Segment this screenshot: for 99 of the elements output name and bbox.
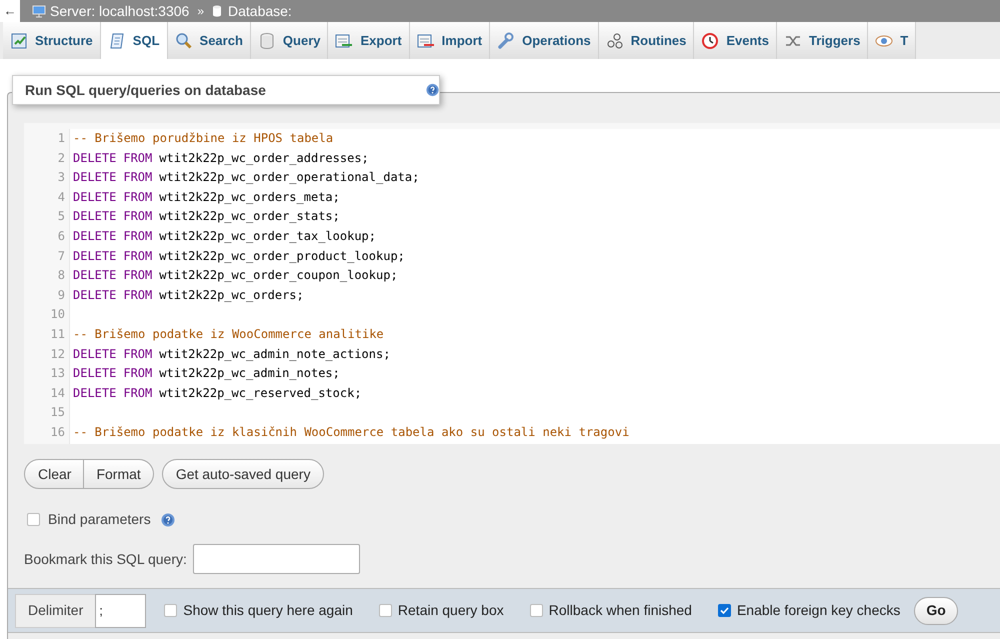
editor-button[interactable]: Format (84, 459, 154, 489)
monitor-icon (32, 4, 46, 18)
table-name: wtit2k22p_wc_orders_meta; (159, 188, 340, 206)
search-icon (174, 32, 193, 50)
table-name: wtit2k22p_wc_admin_note_actions; (159, 346, 390, 363)
line-number: 1 (56, 130, 65, 147)
checkbox[interactable] (27, 513, 40, 526)
line-number: 2 (56, 150, 65, 167)
line-number: 4 (56, 188, 65, 206)
cylinder-icon (258, 32, 276, 50)
line-number: 7 (56, 248, 65, 265)
bookmark-field[interactable] (193, 544, 360, 574)
scroll-icon (108, 32, 126, 50)
checkbox[interactable] (378, 604, 392, 617)
sql-keyword: DELETE (73, 228, 116, 245)
sql-keyword: FROM (123, 150, 152, 167)
nav-tab[interactable]: Export (328, 22, 410, 59)
nav-tab[interactable]: SQL (100, 22, 168, 59)
sql-keyword: DELETE (73, 346, 116, 363)
help-icon[interactable] (160, 512, 175, 526)
delimiter-field[interactable]: ; (95, 594, 146, 628)
sql-keyword: FROM (123, 346, 152, 363)
table-chart-icon (10, 32, 28, 50)
nav-tab[interactable]: Query (250, 22, 328, 59)
line-number: 16 (50, 424, 65, 441)
autosave-button[interactable]: Get auto-saved query (162, 459, 324, 489)
bookmark-label: Bookmark this SQL query: (24, 550, 188, 569)
nav-tab[interactable]: Events (694, 22, 777, 59)
sql-keyword: FROM (123, 267, 152, 284)
line-number: 5 (56, 208, 65, 226)
checkbox-label: Enable foreign key checks (736, 601, 900, 620)
table-name: wtit2k22p_wc_reserved_stock; (159, 384, 362, 402)
nav-tab[interactable]: Operations (490, 22, 599, 59)
nav-tab[interactable]: Search (168, 22, 251, 59)
sql-keyword: FROM (123, 248, 152, 265)
sql-keyword: DELETE (73, 384, 116, 402)
sql-keyword: DELETE (73, 267, 116, 284)
sql-keyword: FROM (123, 286, 152, 304)
help-icon[interactable] (426, 83, 439, 97)
back-button[interactable]: ← (0, 0, 20, 22)
nav-tab[interactable]: Structure (3, 22, 101, 59)
checkbox[interactable] (718, 604, 731, 617)
nav-tab[interactable]: Import (410, 22, 490, 59)
sql-keyword: DELETE (73, 188, 116, 206)
table-arrow-icon (416, 32, 435, 50)
server-link[interactable]: Server: localhost:3306 (50, 0, 190, 22)
line-number: 13 (50, 365, 65, 382)
checkbox-label: Rollback when finished (548, 601, 692, 620)
line-number: 12 (50, 346, 65, 363)
legend-title: Run SQL query/queries on database (25, 80, 266, 100)
editor-button[interactable]: Clear (24, 459, 84, 489)
checkbox-label: Bind parameters (48, 510, 151, 529)
table-name: wtit2k22p_wc_order_product_lookup; (159, 248, 405, 265)
sql-keyword: FROM (123, 169, 152, 186)
wrench-icon (497, 32, 516, 50)
table-name: wtit2k22p_wc_order_stats; (159, 208, 340, 226)
table-name: wtit2k22p_wc_order_tax_lookup; (159, 228, 376, 245)
delimiter-label: Delimiter (15, 594, 96, 628)
go-button[interactable]: Go (914, 596, 958, 624)
sql-keyword: DELETE (73, 248, 116, 265)
nav-tab[interactable]: Routines (598, 22, 694, 59)
nav-tab[interactable]: T (868, 22, 916, 59)
checkbox-label: Retain query box (398, 601, 504, 620)
line-number: 8 (56, 267, 65, 284)
sql-keyword: FROM (123, 365, 152, 382)
line-number: 11 (50, 326, 65, 343)
sql-keyword: FROM (123, 228, 152, 245)
table-name: wtit2k22p_wc_admin_notes; (159, 365, 340, 382)
line-number: 6 (56, 228, 65, 245)
code-comment: -- Brišemo porudžbine iz HPOS tabela (73, 131, 334, 145)
sql-keyword: FROM (123, 208, 152, 226)
sql-keyword: FROM (123, 384, 152, 402)
breadcrumb-separator: » (197, 3, 204, 20)
table-name: wtit2k22p_wc_order_operational_data; (159, 169, 420, 186)
checkbox[interactable] (164, 604, 178, 617)
line-number: 9 (56, 286, 65, 304)
sql-keyword: DELETE (73, 365, 116, 382)
checkbox[interactable] (530, 604, 543, 617)
line-number: 14 (50, 384, 65, 402)
table-name: wtit2k22p_wc_orders; (159, 286, 304, 304)
sql-keyword: DELETE (73, 208, 116, 226)
database-link[interactable]: Database: (228, 0, 292, 22)
sql-keyword: FROM (123, 188, 152, 206)
code-comment: -- Brišemo podatke iz klasičnih WooCommerce tabela ako su ostali neki tragovi (73, 424, 630, 439)
line-number: 3 (56, 169, 65, 186)
sql-keyword: DELETE (73, 150, 116, 167)
table-name: wtit2k22p_wc_order_coupon_lookup; (159, 267, 398, 284)
nav-tab[interactable]: Triggers (777, 22, 868, 59)
table-name: wtit2k22p_wc_order_addresses; (159, 150, 369, 167)
sql-keyword: DELETE (73, 169, 116, 186)
line-number: 10 (50, 306, 65, 324)
clock-icon (701, 32, 720, 50)
gears-icon (606, 32, 624, 50)
line-number: 15 (50, 404, 65, 422)
checkbox-label: Show this query here again (183, 601, 353, 620)
sql-keyword: DELETE (73, 286, 116, 304)
table-arrow-icon (335, 32, 354, 50)
code-comment: -- Brišemo podatke iz WooCommerce analitike (73, 326, 384, 341)
cylinder-icon (212, 5, 222, 17)
